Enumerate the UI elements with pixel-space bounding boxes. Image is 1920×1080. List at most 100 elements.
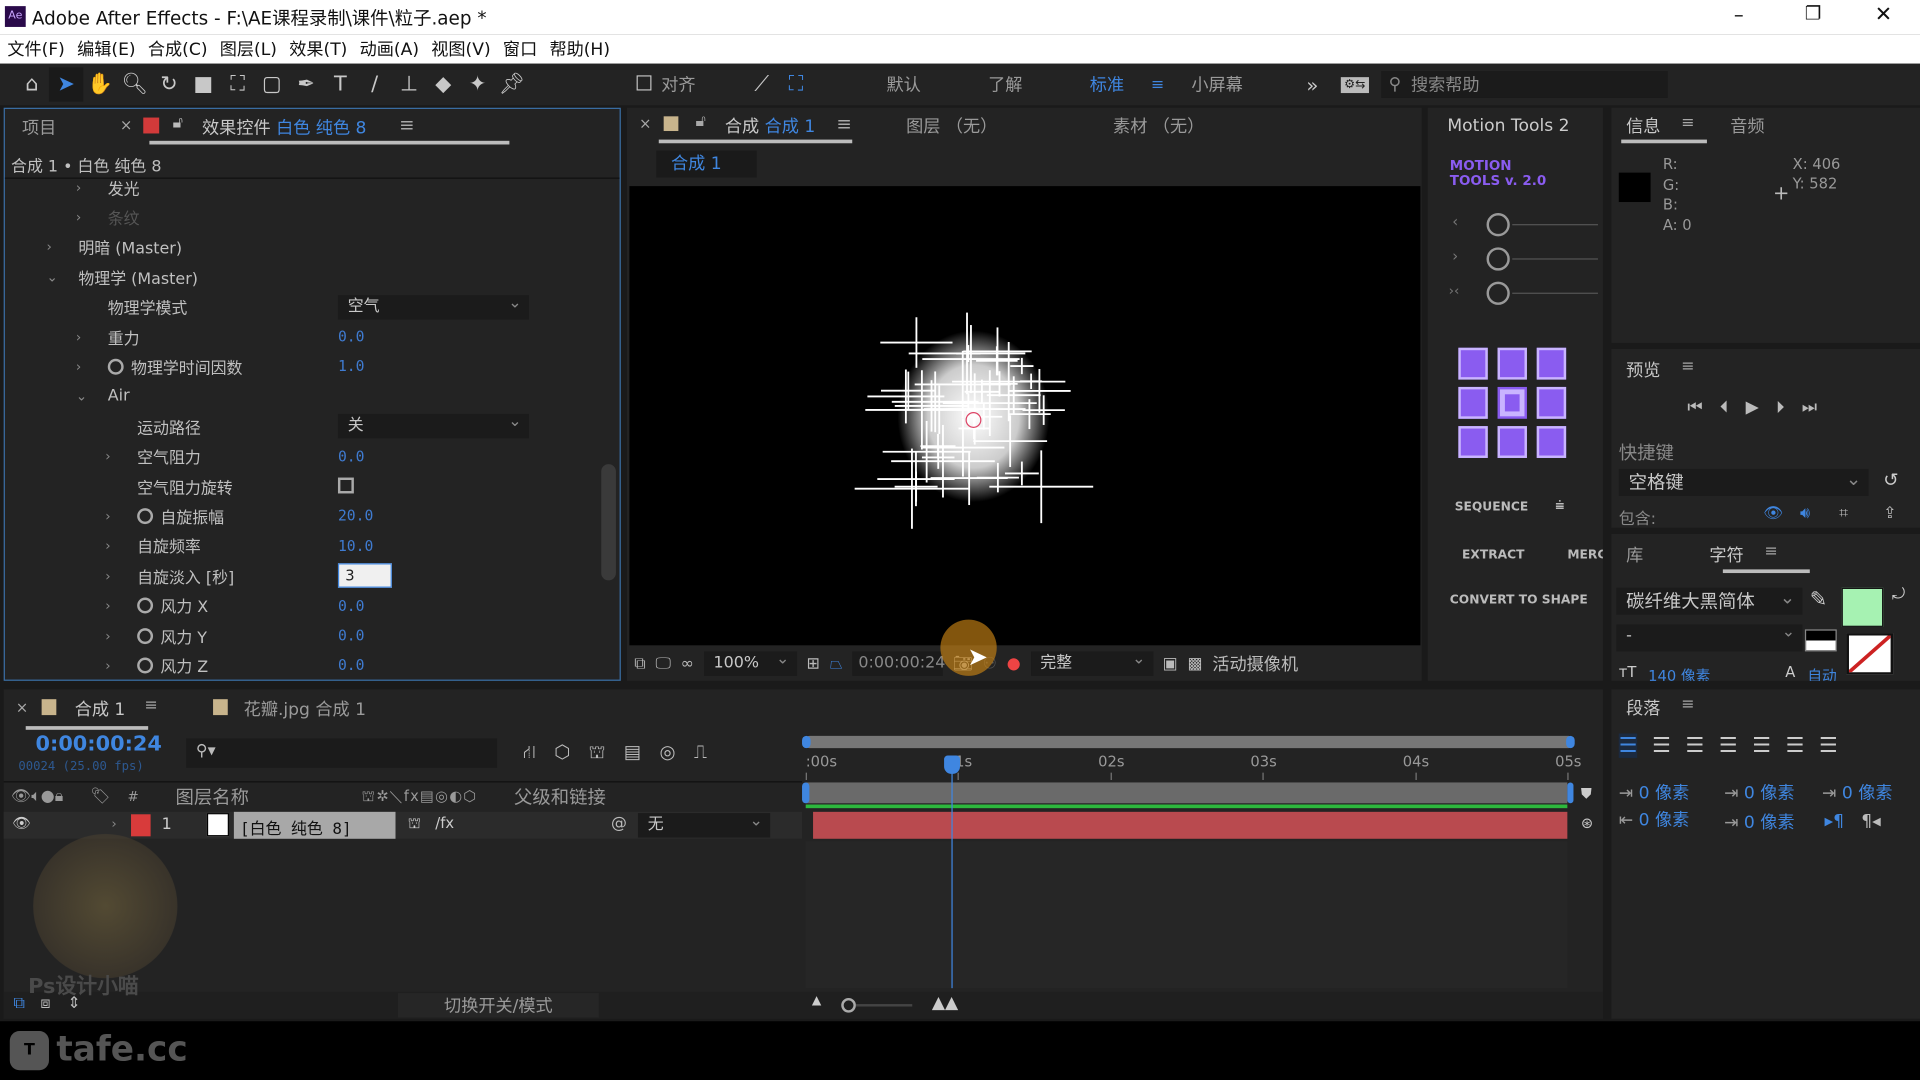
stopwatch-icon[interactable] bbox=[137, 627, 154, 644]
motion-blur-icon[interactable]: ◎ bbox=[660, 741, 676, 765]
layer-duration-bar[interactable] bbox=[813, 811, 1568, 839]
layer-name-header[interactable]: 图层名称 bbox=[176, 784, 249, 810]
clone-stamp-tool-icon[interactable]: ⊥ bbox=[392, 67, 426, 101]
always-preview-icon[interactable]: ⧉ bbox=[634, 654, 645, 672]
close-tab-icon[interactable]: × bbox=[16, 699, 28, 716]
property-value[interactable]: 20.0 bbox=[338, 507, 373, 524]
menu-help[interactable]: 帮助(H) bbox=[549, 37, 610, 61]
timeline-zoom-slider[interactable] bbox=[841, 997, 913, 1014]
effect-property-row[interactable]: › 风力 Y bbox=[5, 621, 207, 650]
panel-menu-icon[interactable]: ≡ bbox=[399, 114, 414, 136]
more-workspaces-button[interactable]: » bbox=[1306, 73, 1318, 96]
comp-marker-bin-icon[interactable]: ⛊ bbox=[1581, 785, 1592, 803]
pick-whip-icon[interactable]: @ bbox=[611, 814, 627, 832]
toggle-switches-modes-button[interactable]: 切换开关/模式 bbox=[397, 993, 599, 1018]
anchor-point-button[interactable] bbox=[1458, 426, 1488, 458]
safe-zones-icon[interactable]: ⊞ bbox=[807, 654, 820, 672]
convert-to-shape-button[interactable]: CONVERT TO SHAPE bbox=[1450, 594, 1588, 607]
panel-menu-icon[interactable]: ≡ bbox=[836, 113, 851, 135]
label-color-swatch[interactable] bbox=[131, 814, 151, 837]
tab-effect-controls[interactable]: 效果控件 白色 纯色 8 bbox=[202, 115, 366, 139]
effect-property-row[interactable]: › 自旋频率 bbox=[5, 531, 201, 560]
ease-both-slider[interactable] bbox=[1486, 281, 1598, 306]
snap-grid-icon[interactable]: ⛶ bbox=[779, 67, 813, 101]
align-center-icon[interactable]: ☰ bbox=[1652, 733, 1671, 757]
frame-blending-icon[interactable]: ▤ bbox=[624, 741, 641, 765]
property-dropdown[interactable]: 关 bbox=[337, 410, 529, 439]
chevron-right-icon[interactable]: › bbox=[105, 508, 120, 524]
sequence-icon[interactable]: ⩧ bbox=[1555, 497, 1564, 515]
layer-search-input[interactable]: ⚲▾ bbox=[186, 738, 498, 768]
effect-property-row[interactable]: › 条纹 bbox=[5, 203, 140, 232]
close-tab-icon[interactable]: × bbox=[639, 115, 651, 132]
effect-property-row[interactable]: › 重力 bbox=[5, 322, 140, 351]
chevron-down-icon[interactable]: ⌄ bbox=[76, 389, 91, 405]
swap-colors-icon[interactable]: ⤾ bbox=[1892, 585, 1905, 603]
panel-menu-icon[interactable]: ≡ bbox=[1681, 696, 1694, 714]
layer-switches-icon[interactable]: ⧉ bbox=[13, 994, 24, 1012]
indent-right[interactable]: ⇤ 0 像素 bbox=[1619, 807, 1689, 831]
fill-color-swatch[interactable] bbox=[1841, 587, 1884, 627]
selection-tool-icon[interactable]: ➤ bbox=[48, 67, 84, 102]
menu-effect[interactable]: 效果(T) bbox=[289, 37, 347, 61]
anchor-point-button[interactable] bbox=[1536, 386, 1567, 419]
effect-property-row[interactable]: 物理学模式 bbox=[5, 292, 188, 321]
property-value[interactable]: 10.0 bbox=[338, 537, 373, 554]
work-area-bar[interactable] bbox=[805, 735, 1573, 749]
eye-icon[interactable]: 👁︎ bbox=[12, 814, 31, 831]
mask-visibility-icon[interactable]: ⏢ bbox=[830, 654, 843, 672]
panel-menu-icon[interactable]: ≡ bbox=[1764, 542, 1777, 560]
chevron-right-icon[interactable]: › bbox=[105, 568, 120, 584]
font-size-value[interactable]: 140 像素 bbox=[1648, 665, 1710, 680]
chevron-right-icon[interactable]: › bbox=[76, 179, 91, 195]
chevron-right-icon[interactable]: › bbox=[111, 816, 116, 832]
tab-library[interactable]: 库 bbox=[1626, 542, 1643, 566]
layer-switches[interactable]: ⛫ /fx bbox=[408, 814, 454, 834]
playhead[interactable] bbox=[944, 755, 961, 989]
anchor-point-button[interactable] bbox=[1536, 347, 1567, 380]
stroke-color-swatch[interactable] bbox=[1846, 633, 1894, 675]
work-area-start-handle[interactable] bbox=[802, 735, 811, 749]
puppet-pin-tool-icon[interactable]: 📌︎ bbox=[495, 67, 529, 101]
space-before[interactable]: ⇥ 0 像素 bbox=[1724, 780, 1794, 804]
current-time-field[interactable]: 0:00:00:24 bbox=[852, 651, 945, 676]
tab-timeline-other[interactable]: 花瓣.jpg 合成 1 bbox=[244, 697, 366, 721]
graph-editor-icon[interactable]: ⎍ bbox=[694, 741, 707, 765]
restore-button[interactable]: ❐ bbox=[1805, 2, 1821, 24]
parent-dropdown[interactable]: 无 bbox=[637, 809, 771, 838]
draft-3d-icon[interactable]: ⬡ bbox=[554, 741, 570, 765]
comp-canvas[interactable] bbox=[629, 186, 1421, 646]
effect-property-row[interactable]: ⌄ 物理学 (Master) bbox=[5, 262, 198, 291]
font-style-dropdown[interactable]: - bbox=[1616, 621, 1803, 652]
help-search-input[interactable]: ⚲ 搜索帮助 bbox=[1381, 71, 1668, 98]
shortcut-dropdown[interactable]: 空格键 bbox=[1618, 465, 1869, 496]
effect-property-row[interactable]: ⌄ Air bbox=[5, 382, 130, 411]
current-timecode[interactable]: 0:00:00:24 bbox=[36, 732, 162, 756]
pan-behind-tool-icon[interactable]: ⛶ bbox=[220, 67, 254, 101]
shy-layers-icon[interactable]: ⛫ bbox=[589, 741, 606, 765]
tab-timeline-comp[interactable]: 合成 1 bbox=[75, 697, 126, 721]
lock-icon[interactable]: 🔓︎ bbox=[696, 113, 706, 131]
menu-window[interactable]: 窗口 bbox=[503, 37, 537, 61]
justify-last-right-icon[interactable]: ☰ bbox=[1786, 733, 1805, 757]
camera-tool-icon[interactable]: ■ bbox=[186, 67, 220, 101]
panel-menu-icon[interactable]: ≡ bbox=[1681, 358, 1694, 376]
anchor-point-button[interactable] bbox=[1458, 386, 1488, 419]
reset-icon[interactable]: ↺ bbox=[1883, 469, 1898, 491]
effect-property-row[interactable]: › 物理学时间因数 bbox=[5, 352, 242, 381]
property-checkbox[interactable] bbox=[337, 477, 354, 494]
play-icon[interactable]: ▶ bbox=[1746, 398, 1759, 418]
menu-animation[interactable]: 动画(A) bbox=[360, 37, 419, 61]
composition-flowchart-icon[interactable]: ⛙ bbox=[523, 741, 536, 765]
align-left-icon[interactable]: ☰ bbox=[1618, 733, 1638, 758]
property-value[interactable]: 0.0 bbox=[338, 448, 365, 465]
space-after[interactable]: ⇥ 0 像素 bbox=[1724, 809, 1794, 833]
font-family-dropdown[interactable]: 碳纤维大黑简体 bbox=[1616, 584, 1803, 615]
property-value[interactable]: 1.0 bbox=[338, 358, 365, 375]
export-icon[interactable]: ⇪ bbox=[1883, 504, 1896, 522]
layer-row[interactable]: 👁︎ › 1 [白色 纯色 8] ⛫ /fx @ 无 bbox=[3, 809, 803, 839]
roto-brush-tool-icon[interactable]: ✦ bbox=[460, 67, 494, 101]
lock-icon[interactable]: 🔓︎ bbox=[173, 114, 183, 132]
property-value[interactable]: 0.0 bbox=[338, 657, 365, 674]
first-frame-icon[interactable]: ⏮ bbox=[1687, 398, 1702, 418]
